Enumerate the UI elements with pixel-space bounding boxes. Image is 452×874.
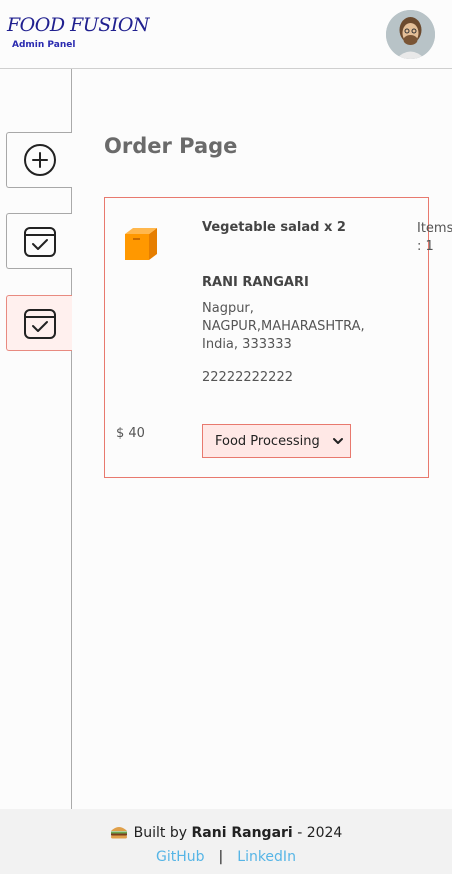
- order-status-value: Food Processing: [215, 433, 320, 449]
- sidebar-item-add[interactable]: [6, 132, 72, 188]
- order-status-select[interactable]: Food Processing: [202, 424, 351, 458]
- navbar: FOOD FUSION Admin Panel: [0, 0, 452, 69]
- customer-name: RANI RANGARI: [202, 275, 309, 290]
- sidebar: [0, 69, 72, 809]
- linkedin-link[interactable]: LinkedIn: [237, 849, 296, 865]
- checklist-icon: [23, 309, 56, 339]
- parcel-icon: [121, 222, 161, 266]
- github-link[interactable]: GitHub: [156, 849, 205, 865]
- profile-avatar[interactable]: [386, 10, 435, 59]
- footer-links: GitHub | LinkedIn: [0, 849, 452, 865]
- footer-author: Rani Rangari: [191, 825, 293, 841]
- customer-address: Nagpur, NAGPUR,MAHARASHTRA, India, 33333…: [202, 301, 365, 352]
- footer-separator: |: [218, 849, 224, 865]
- order-amount: $ 40: [116, 426, 145, 441]
- order-card: Vegetable salad x 2 Items : 1 RANI RANGA…: [104, 197, 452, 478]
- brand-logo[interactable]: FOOD FUSION Admin Panel: [7, 13, 150, 50]
- footer-built-by: Built by: [133, 825, 188, 841]
- sidebar-item-list[interactable]: [6, 213, 72, 269]
- checklist-icon: [23, 227, 56, 257]
- page-title: Order Page: [104, 134, 238, 158]
- brand-subtitle: Admin Panel: [12, 40, 76, 50]
- footer: Built by Rani Rangari - 2024 GitHub | Link…: [0, 809, 452, 874]
- add-circle-icon: [23, 144, 56, 176]
- chevron-down-icon: [333, 438, 343, 444]
- sidebar-item-orders[interactable]: [6, 295, 72, 351]
- order-items: Vegetable salad x 2: [202, 220, 346, 235]
- burger-icon: [110, 827, 127, 839]
- footer-credit: Built by Rani Rangari - 2024: [0, 825, 452, 841]
- brand-title: FOOD FUSION: [7, 14, 150, 36]
- order-items-count: Items : 1: [417, 221, 452, 254]
- footer-year: - 2024: [297, 825, 343, 841]
- customer-phone: 22222222222: [202, 370, 293, 385]
